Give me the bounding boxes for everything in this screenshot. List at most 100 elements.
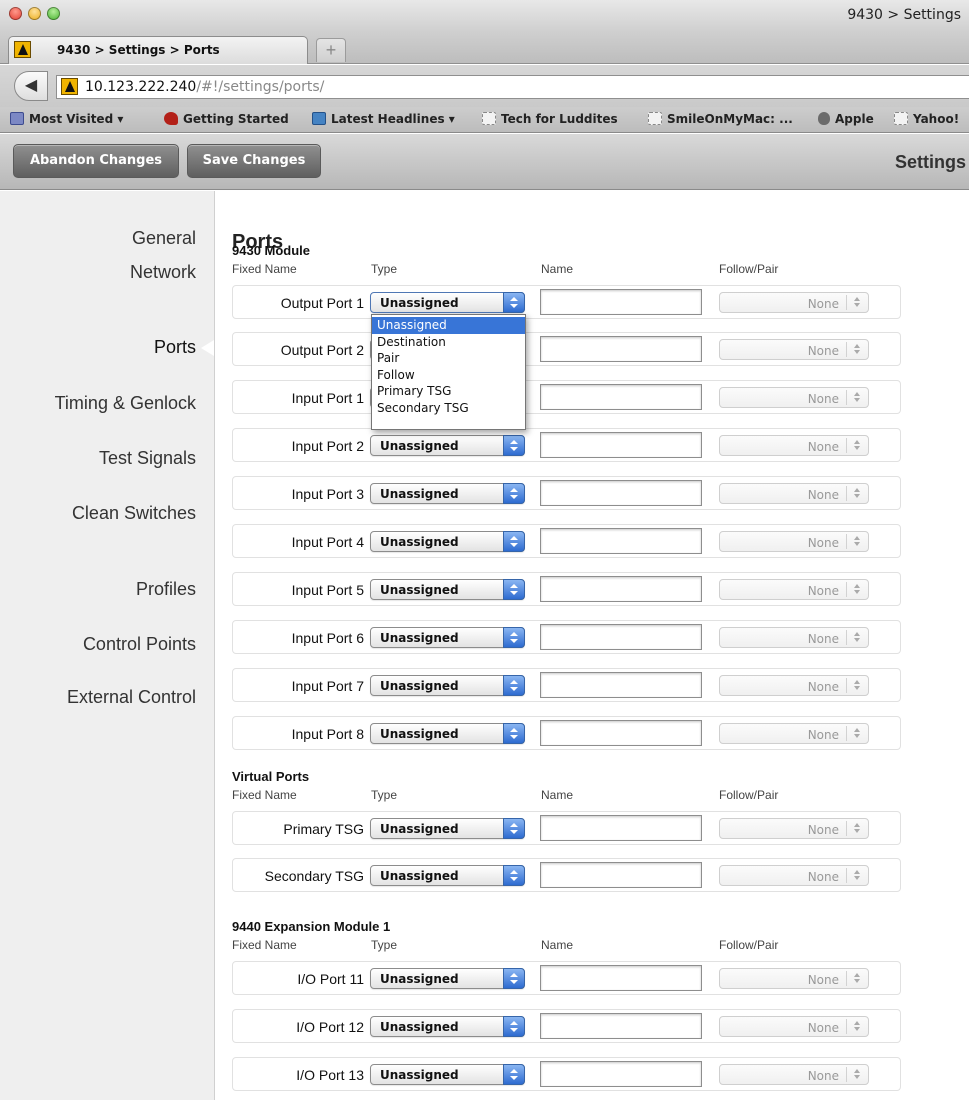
follow-pair-select[interactable]: None xyxy=(719,483,869,504)
follow-pair-select[interactable]: None xyxy=(719,1064,869,1085)
sidebar-item-external-control[interactable]: External Control xyxy=(67,687,196,708)
port-row: I/O Port 12 Unassigned None xyxy=(232,1009,901,1043)
sidebar-item-general[interactable]: General xyxy=(132,228,196,249)
bookmark-most-visited[interactable]: Most Visited ▾ xyxy=(10,112,123,126)
follow-pair-value: None xyxy=(807,584,839,598)
address-bar[interactable]: 10.123.222.240/#!/settings/ports/ xyxy=(56,75,969,99)
port-name-input[interactable] xyxy=(540,336,702,362)
follow-pair-select[interactable]: None xyxy=(719,723,869,744)
follow-pair-select[interactable]: None xyxy=(719,435,869,456)
port-type-select[interactable]: Unassigned xyxy=(370,675,525,696)
save-changes-button[interactable]: Save Changes xyxy=(187,144,321,178)
port-fixed-name: Input Port 3 xyxy=(291,486,364,502)
port-name-input[interactable] xyxy=(540,576,702,602)
type-option-pair[interactable]: Pair xyxy=(372,350,525,367)
port-type-select[interactable]: Unassigned xyxy=(370,1016,525,1037)
type-option-secondary-tsg[interactable]: Secondary TSG xyxy=(372,400,525,417)
port-name-input[interactable] xyxy=(540,289,702,315)
port-name-input[interactable] xyxy=(540,815,702,841)
site-identity-icon xyxy=(61,78,78,95)
follow-pair-select[interactable]: None xyxy=(719,292,869,313)
navigation-bar: ◀ 10.123.222.240/#!/settings/ports/ xyxy=(0,65,969,107)
sidebar-item-control-points[interactable]: Control Points xyxy=(83,634,196,655)
port-name-input[interactable] xyxy=(540,672,702,698)
follow-pair-value: None xyxy=(807,1069,839,1083)
follow-pair-value: None xyxy=(807,297,839,311)
port-type-select[interactable]: Unassigned xyxy=(370,818,525,839)
type-option-destination[interactable]: Destination xyxy=(372,334,525,351)
port-type-select[interactable]: Unassigned xyxy=(370,531,525,552)
follow-pair-select[interactable]: None xyxy=(719,579,869,600)
close-window-icon[interactable] xyxy=(9,7,22,20)
zoom-window-icon[interactable] xyxy=(47,7,60,20)
sidebar-item-test-signals[interactable]: Test Signals xyxy=(99,448,196,469)
port-type-select[interactable]: Unassigned xyxy=(370,865,525,886)
port-type-select[interactable]: Unassigned xyxy=(370,627,525,648)
port-type-value: Unassigned xyxy=(380,1020,459,1034)
follow-pair-select[interactable]: None xyxy=(719,531,869,552)
port-type-value: Unassigned xyxy=(380,487,459,501)
minimize-window-icon[interactable] xyxy=(28,7,41,20)
abandon-changes-button[interactable]: Abandon Changes xyxy=(13,144,179,178)
new-tab-button[interactable]: + xyxy=(316,38,346,62)
bookmark-getting-started[interactable]: Getting Started xyxy=(164,112,289,126)
port-row: Input Port 8 Unassigned None xyxy=(232,716,901,750)
port-fixed-name: I/O Port 12 xyxy=(296,1019,364,1035)
bookmark-yahoo[interactable]: Yahoo! xyxy=(894,112,959,126)
follow-pair-select[interactable]: None xyxy=(719,1016,869,1037)
port-name-input[interactable] xyxy=(540,624,702,650)
port-name-input[interactable] xyxy=(540,384,702,410)
bookmark-apple[interactable]: Apple xyxy=(818,112,874,126)
port-name-input[interactable] xyxy=(540,1061,702,1087)
follow-pair-value: None xyxy=(807,392,839,406)
select-arrows-icon xyxy=(503,435,525,456)
sidebar-item-timing-genlock[interactable]: Timing & Genlock xyxy=(55,393,196,414)
port-name-input[interactable] xyxy=(540,965,702,991)
select-arrows-icon xyxy=(503,723,525,744)
type-option-unassigned[interactable]: Unassigned xyxy=(372,317,525,334)
title-bar: 9430 > Settings xyxy=(0,0,969,32)
follow-pair-select[interactable]: None xyxy=(719,818,869,839)
port-fixed-name: Input Port 1 xyxy=(291,390,364,406)
port-name-input[interactable] xyxy=(540,862,702,888)
bookmark-latest-headlines[interactable]: Latest Headlines ▾ xyxy=(312,112,455,126)
column-header-follow-pair: Follow/Pair xyxy=(719,938,779,952)
follow-pair-select[interactable]: None xyxy=(719,387,869,408)
type-option-follow[interactable]: Follow xyxy=(372,367,525,384)
column-header-name: Name xyxy=(541,938,574,952)
port-type-select[interactable]: Unassigned xyxy=(370,1064,525,1085)
port-type-select[interactable]: Unassigned xyxy=(370,483,525,504)
follow-pair-select[interactable]: None xyxy=(719,968,869,989)
select-arrows-icon xyxy=(846,390,868,405)
port-name-input[interactable] xyxy=(540,528,702,554)
port-type-select[interactable]: Unassigned xyxy=(370,435,525,456)
follow-pair-select[interactable]: None xyxy=(719,675,869,696)
back-button[interactable]: ◀ xyxy=(14,71,48,101)
tab-settings-ports[interactable]: 9430 > Settings > Ports xyxy=(8,36,308,64)
port-name-input[interactable] xyxy=(540,480,702,506)
sidebar-item-profiles[interactable]: Profiles xyxy=(136,579,196,600)
sidebar-item-network[interactable]: Network xyxy=(130,262,196,283)
bookmark-tech-for-luddites[interactable]: Tech for Luddites xyxy=(482,112,618,126)
port-name-input[interactable] xyxy=(540,1013,702,1039)
port-type-select[interactable]: Unassigned xyxy=(370,968,525,989)
port-name-input[interactable] xyxy=(540,432,702,458)
port-type-select[interactable]: Unassigned xyxy=(370,292,525,313)
port-name-input[interactable] xyxy=(540,720,702,746)
type-option-primary-tsg[interactable]: Primary TSG xyxy=(372,383,525,400)
rss-feed-icon xyxy=(312,112,326,125)
sidebar-item-ports[interactable]: Ports xyxy=(154,337,196,358)
port-type-value: Unassigned xyxy=(380,439,459,453)
follow-pair-select[interactable]: None xyxy=(719,339,869,360)
follow-pair-value: None xyxy=(807,870,839,884)
select-arrows-icon xyxy=(503,1064,525,1085)
select-arrows-icon xyxy=(503,865,525,886)
port-type-select[interactable]: Unassigned xyxy=(370,723,525,744)
sidebar-item-clean-switches[interactable]: Clean Switches xyxy=(72,503,196,524)
port-row: Input Port 3 Unassigned None xyxy=(232,476,901,510)
bookmark-smileonmymac[interactable]: SmileOnMyMac: ... xyxy=(648,112,793,126)
port-row: Output Port 2UnassignedNone xyxy=(232,332,901,366)
port-type-select[interactable]: Unassigned xyxy=(370,579,525,600)
follow-pair-select[interactable]: None xyxy=(719,627,869,648)
follow-pair-select[interactable]: None xyxy=(719,865,869,886)
